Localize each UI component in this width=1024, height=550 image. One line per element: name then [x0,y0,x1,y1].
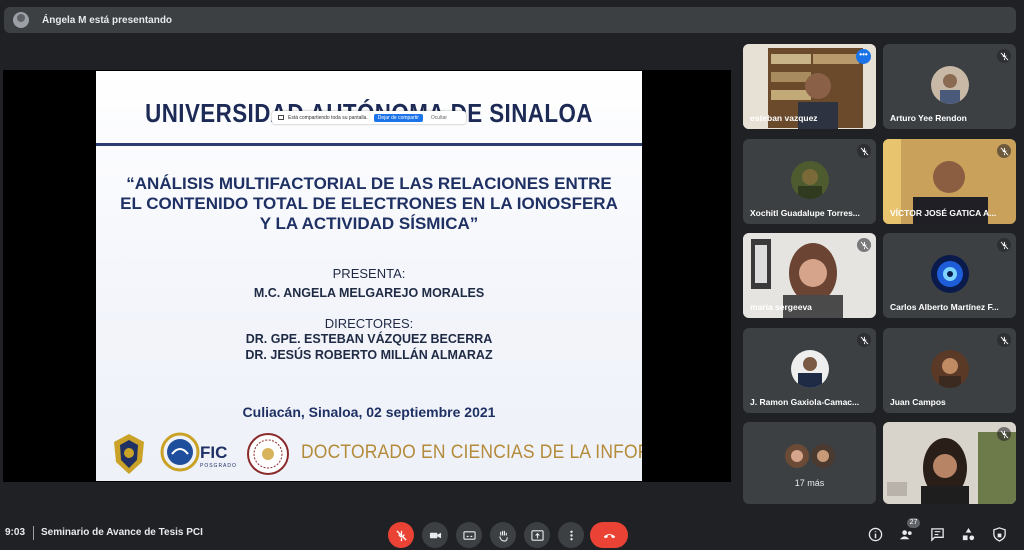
avatar [790,161,829,199]
activities-icon [962,527,974,540]
participant-tile[interactable]: Arturo Yee Rendon [883,44,1016,129]
meet-window: Ángela M está presentando UNIVERSIDAD AU… [0,0,1024,550]
director-2: DR. JESÚS ROBERTO MILLÁN ALMARAZ [245,348,493,362]
camera-icon [429,532,441,538]
hide-button[interactable]: Ocultar [431,115,447,121]
share-notice: Está compartiendo toda su pantalla. Deja… [272,111,466,124]
activities-button[interactable] [959,525,977,543]
participant-name: esteban vazquez [750,113,818,123]
captions-icon [462,530,476,540]
presenter-avatar [13,12,29,28]
chat-button[interactable] [928,525,946,543]
fic-emblem-logo [160,432,200,472]
mic-off-icon [857,333,871,347]
participant-tile[interactable]: maria sergeeva [743,233,876,318]
leave-call-button[interactable] [590,522,628,548]
people-count-badge: 27 [907,518,920,528]
mic-off-icon [997,144,1011,158]
stop-sharing-button[interactable]: Dejar de compartir [373,113,423,122]
place-date: Culiacán, Sinaloa, 02 septiembre 2021 [242,404,496,420]
presenting-text: Ángela M está presentando [42,14,173,26]
more-participants-tile[interactable]: 17 más [743,422,876,504]
shield-lock-icon [992,526,1006,542]
captions-button[interactable] [456,522,482,548]
avatar [930,255,969,293]
participant-name: J. Ramon Gaxiola-Camac... [750,397,860,407]
host-controls-button[interactable] [990,525,1008,543]
presenter-name: M.C. ANGELA MELGAREJO MORALES [253,286,485,300]
participant-name: Juan Campos [890,397,946,407]
mic-off-icon [395,529,407,541]
participant-name: VÍCTOR JOSÉ GATICA A... [890,208,997,218]
self-view-tile[interactable] [883,422,1016,504]
avatar [930,350,969,388]
screen-share-icon [278,115,284,120]
participant-tile[interactable]: J. Ramon Gaxiola-Camac... [743,328,876,413]
share-notice-text: Está compartiendo toda su pantalla. [288,114,368,121]
more-count: 17 más [794,478,825,488]
avatar [790,350,829,388]
mic-off-icon [997,238,1011,252]
bottom-bar: 9:03 Seminario de Avance de Tesis PCI [0,517,1024,550]
people-icon [899,529,912,539]
mic-off-icon [857,144,871,158]
chat-icon [930,527,944,542]
mic-off-icon [997,49,1011,63]
uas-shield-logo [114,434,144,474]
present-icon [530,529,544,541]
participant-tile[interactable]: VÍCTOR JOSÉ GATICA A... [883,139,1016,224]
presenta-label: PRESENTA: [332,266,406,281]
fic-wordmark: FIC POSGRADO [200,443,237,469]
participant-name: Xochitl Guadalupe Torres... [750,208,860,218]
participant-name: Arturo Yee Rendon [890,113,967,123]
thesis-title: “ANÁLISIS MULTIFACTORIAL DE LAS RELACION… [120,174,618,233]
slide-divider [96,143,642,146]
participant-tile[interactable]: Juan Campos [883,328,1016,413]
more-vert-icon [569,530,573,540]
presentation-slide: UNIVERSIDAD AUTÓNOMA DE SINALOA Está com… [96,71,642,481]
mic-off-icon [997,333,1011,347]
microphone-toggle[interactable] [388,522,414,548]
fic-text: FIC [200,443,228,462]
raise-hand-button[interactable] [490,522,516,548]
hand-icon [498,530,508,542]
participant-name: maria sergeeva [750,302,812,312]
end-call-icon [603,533,615,538]
meeting-details-button[interactable] [866,525,884,543]
more-options-icon[interactable]: ••• [856,49,871,64]
divider [33,526,34,540]
director-1: DR. GPE. ESTEBAN VÁZQUEZ BECERRA [245,332,493,346]
participant-tile[interactable]: Xochitl Guadalupe Torres... [743,139,876,224]
participant-tile[interactable]: Carlos Alberto Martínez F... [883,233,1016,318]
more-options-button[interactable] [558,522,584,548]
presenting-banner: Ángela M está presentando [4,7,1016,33]
meeting-title: Seminario de Avance de Tesis PCI [41,527,203,538]
participant-tile[interactable]: ••• esteban vazquez [743,44,876,129]
camera-toggle[interactable] [422,522,448,548]
avatar [930,66,969,104]
mic-off-icon [857,238,871,252]
info-icon [868,527,882,541]
program-name: DOCTORADO EN CIENCIAS DE LA INFORMACIÓN [301,442,642,463]
presentation-stage: UNIVERSIDAD AUTÓNOMA DE SINALOA Está com… [3,70,731,482]
participant-name: Carlos Alberto Martínez F... [890,302,999,312]
directores-label: DIRECTORES: [324,316,414,331]
present-button[interactable] [524,522,550,548]
seal-logo [247,433,289,475]
fic-subtext: POSGRADO [200,463,237,469]
mic-off-icon [997,427,1011,441]
clock: 9:03 [5,527,26,538]
